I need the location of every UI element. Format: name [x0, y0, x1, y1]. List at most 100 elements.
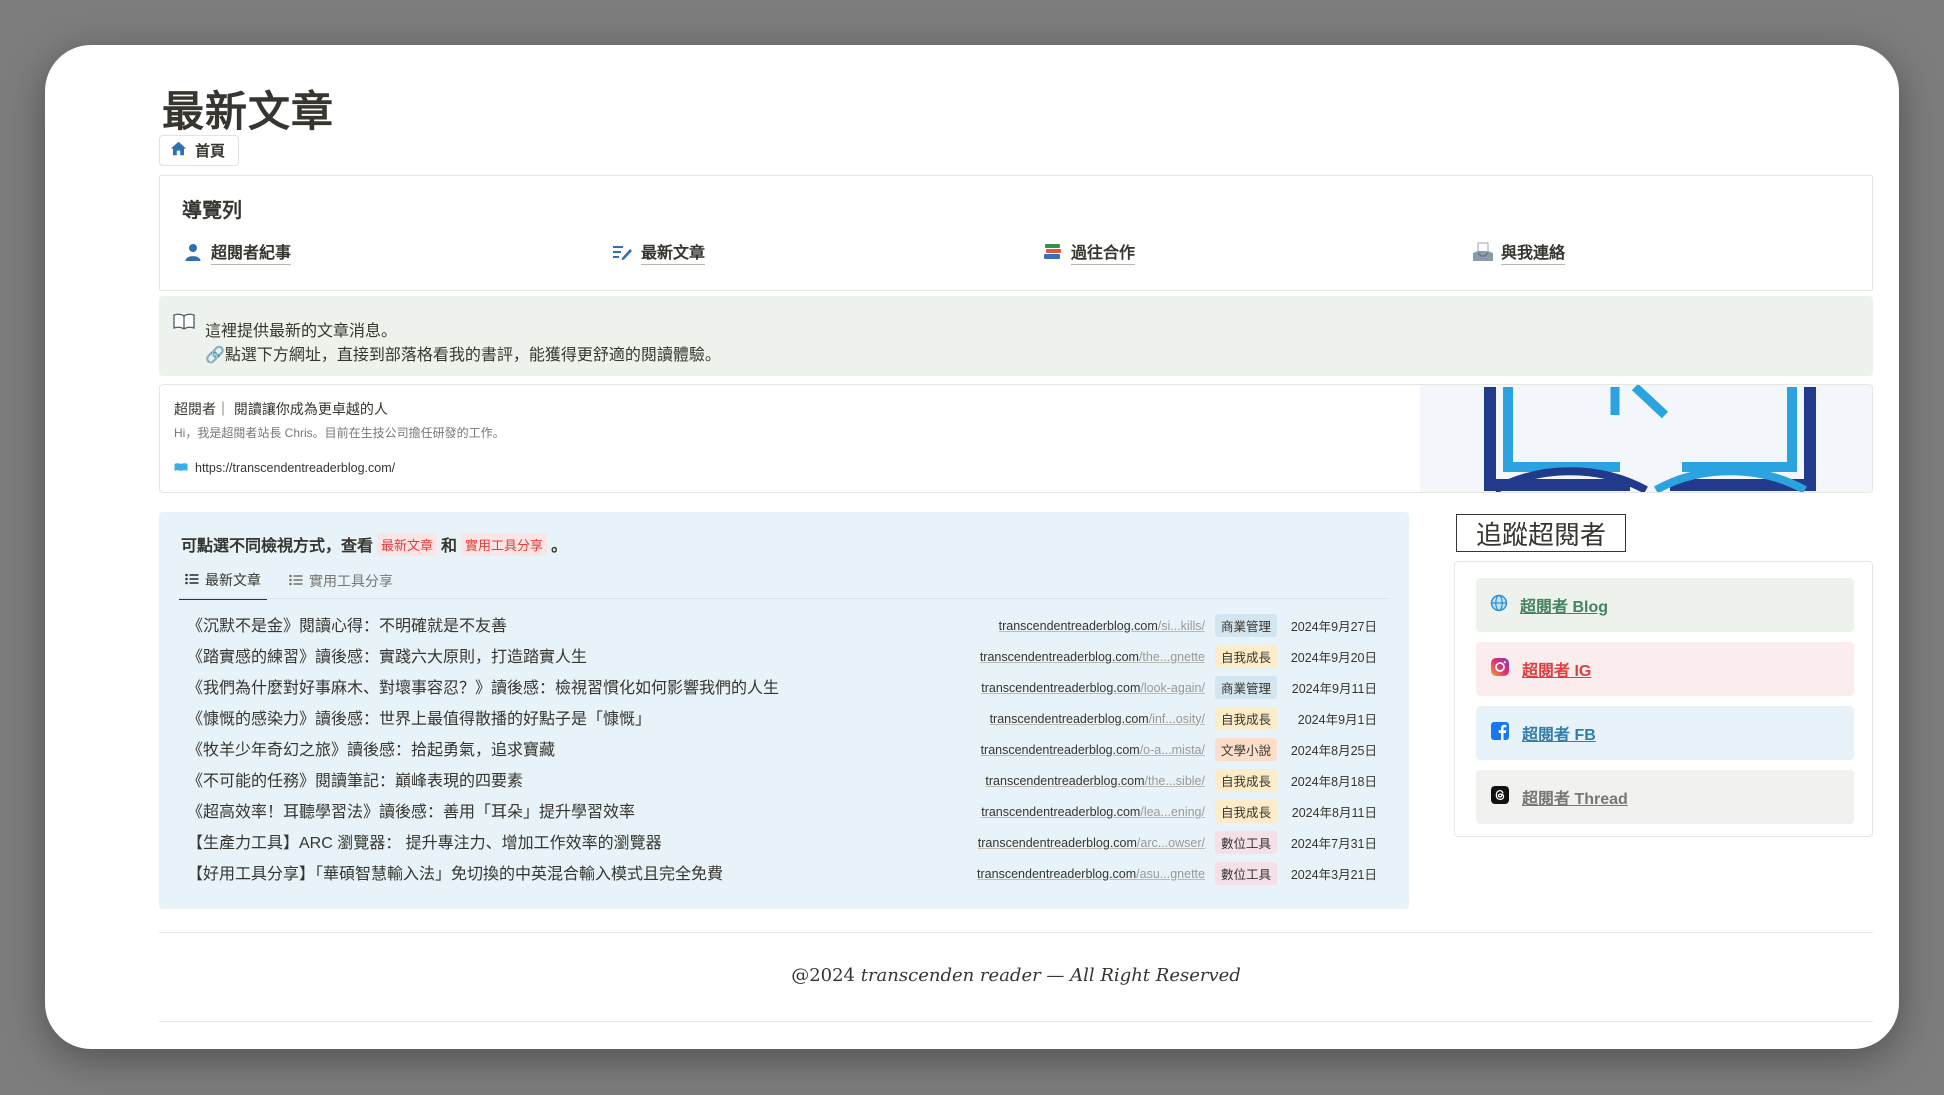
callout-line-1: 這裡提供最新的文章消息。: [205, 323, 398, 340]
tab-tools-sharing[interactable]: 實用工具分享: [283, 564, 399, 600]
article-date: 2024年8月11日: [1291, 806, 1377, 820]
article-link[interactable]: transcendentreaderblog.com/arc...owser/: [978, 836, 1205, 850]
social-link-label: 超閱者 Blog: [1520, 599, 1608, 616]
article-link-path: /the...gnette: [1138, 649, 1205, 664]
heading-tag-latest: 最新文章: [377, 532, 438, 556]
social-links-box: 超閱者 Blog 超閱者 IG 超閱者 FB 超閱者 Thread: [1454, 561, 1873, 837]
article-link[interactable]: transcendentreaderblog.com/o-a...mista/: [981, 743, 1205, 757]
article-row[interactable]: 《我們為什麼對好事麻木、對壞事容忍？》讀後感：檢視習慣化如何影響我們的人生 tra…: [187, 668, 1387, 699]
list-view-icon: [289, 573, 303, 589]
article-title[interactable]: 《踏實感的練習》讀後感：實踐六大原則，打造踏實人生: [187, 643, 587, 667]
article-meta: transcendentreaderblog.com/arc...owser/數…: [978, 831, 1377, 854]
article-row[interactable]: 《沉默不是金》閱讀心得：不明確就是不友善 transcendentreaderbl…: [187, 606, 1387, 637]
article-title[interactable]: 《沉默不是金》閱讀心得：不明確就是不友善: [187, 612, 507, 636]
article-title[interactable]: 《不可能的任務》閱讀筆記：巔峰表現的四要素: [187, 767, 523, 791]
nav-item-label: 與我連絡: [1501, 239, 1566, 265]
article-meta: transcendentreaderblog.com/look-again/商業…: [981, 676, 1377, 699]
nav-item-latest-articles[interactable]: 最新文章: [612, 239, 706, 265]
article-row[interactable]: 《踏實感的練習》讀後感：實踐六大原則，打造踏實人生 transcendentrea…: [187, 637, 1387, 668]
article-title[interactable]: 《我們為什麼對好事麻木、對壞事容忍？》讀後感：檢視習慣化如何影響我們的人生: [187, 674, 779, 698]
article-row[interactable]: 【生產力工具】ARC 瀏覽器： 提升專注力、增加工作效率的瀏覽器 transcen…: [187, 823, 1387, 854]
bookmark-url-text: https://transcendentreaderblog.com/: [195, 461, 396, 475]
social-link-label: 超閱者 FB: [1522, 727, 1596, 744]
articles-panel: 可點選不同檢視方式，查看 最新文章 和 實用工具分享 。 最新文章 實用工具分享…: [159, 512, 1409, 909]
person-icon: [182, 241, 204, 263]
article-link-domain: transcendentreaderblog.com: [998, 618, 1158, 633]
article-link-domain: transcendentreaderblog.com: [979, 649, 1139, 664]
article-date: 2024年9月1日: [1297, 713, 1377, 727]
article-title[interactable]: 《慷慨的感染力》讀後感：世界上最值得散播的好點子是「慷慨」: [187, 705, 651, 729]
article-link[interactable]: transcendentreaderblog.com/the...sible/: [985, 774, 1205, 788]
instagram-icon: [1490, 657, 1510, 682]
footer-prefix: @2024: [791, 965, 861, 986]
tab-label: 實用工具分享: [309, 573, 393, 589]
nav-item-past-collab[interactable]: 過往合作: [1042, 239, 1136, 265]
nav-item-contact[interactable]: 與我連絡: [1472, 239, 1566, 265]
article-row[interactable]: 《不可能的任務》閱讀筆記：巔峰表現的四要素 transcendentreaderb…: [187, 761, 1387, 792]
category-badge: 自我成長: [1214, 800, 1277, 823]
threads-icon: [1490, 785, 1510, 810]
article-date: 2024年8月25日: [1290, 744, 1377, 758]
category-badge: 數位工具: [1214, 862, 1277, 885]
article-date: 2024年9月27日: [1290, 620, 1377, 634]
article-row[interactable]: 《牧羊少年奇幻之旅》讀後感：拾起勇氣，追求寶藏 transcendentreade…: [187, 730, 1387, 761]
article-date: 2024年9月20日: [1290, 651, 1377, 665]
articles-heading-and: 和: [441, 538, 458, 555]
nav-item-about[interactable]: 超閱者紀事: [182, 239, 292, 265]
article-link-domain: transcendentreaderblog.com: [989, 711, 1149, 726]
category-badge: 自我成長: [1214, 707, 1277, 730]
footer-divider-top: [159, 932, 1873, 933]
article-title[interactable]: 《牧羊少年奇幻之旅》讀後感：拾起勇氣，追求寶藏: [187, 736, 555, 760]
inbox-tray-icon: [1472, 241, 1494, 263]
site-favicon-icon: [174, 461, 188, 475]
article-link-path: /look-again/: [1140, 680, 1205, 695]
social-link-blog[interactable]: 超閱者 Blog: [1476, 578, 1854, 632]
article-link-domain: transcendentreaderblog.com: [977, 866, 1137, 881]
article-link-path: /o-a...mista/: [1139, 742, 1205, 757]
article-link[interactable]: transcendentreaderblog.com/inf...osity/: [990, 712, 1205, 726]
article-link[interactable]: transcendentreaderblog.com/si...kills/: [999, 619, 1205, 633]
view-tabs: 最新文章 實用工具分享: [179, 564, 399, 600]
article-meta: transcendentreaderblog.com/the...gnette 自…: [980, 645, 1377, 668]
article-link-domain: transcendentreaderblog.com: [985, 773, 1145, 788]
info-callout: 這裡提供最新的文章消息。 🔗點選下方網址，直接到部落格看我的書評，能獲得更舒適的…: [159, 296, 1873, 376]
callout-line-2: 🔗點選下方網址，直接到部落格看我的書評，能獲得更舒適的閱讀體驗。: [205, 347, 721, 364]
article-title[interactable]: 【好用工具分享】「華碩智慧輸入法」免切換的中英混合輸入模式且完全免費: [187, 860, 723, 884]
navbar-title: 導覽列: [182, 200, 242, 222]
article-link[interactable]: transcendentreaderblog.com/lea...ening/: [981, 805, 1205, 819]
article-list: 《沉默不是金》閱讀心得：不明確就是不友善 transcendentreaderbl…: [187, 606, 1387, 885]
tab-label: 最新文章: [205, 572, 261, 588]
social-link-thread[interactable]: 超閱者 Thread: [1476, 770, 1854, 824]
breadcrumb-home[interactable]: 首頁: [159, 135, 240, 166]
footer-brand: transcenden reader: [860, 965, 1041, 986]
article-row[interactable]: 【好用工具分享】「華碩智慧輸入法」免切換的中英混合輸入模式且完全免費 transc…: [187, 854, 1387, 885]
article-title[interactable]: 《超高效率！耳聽學習法》讀後感：善用「耳朵」提升學習效率: [187, 798, 635, 822]
social-link-ig[interactable]: 超閱者 IG: [1476, 642, 1854, 696]
tab-latest-articles[interactable]: 最新文章: [179, 564, 267, 600]
article-title[interactable]: 【生產力工具】ARC 瀏覽器： 提升專注力、增加工作效率的瀏覽器: [187, 829, 662, 853]
article-date: 2024年8月18日: [1290, 775, 1377, 789]
social-link-fb[interactable]: 超閱者 FB: [1476, 706, 1854, 760]
list-view-icon: [185, 572, 199, 588]
article-meta: transcendentreaderblog.com/inf...osity/自…: [990, 707, 1377, 730]
bookmark-url[interactable]: https://transcendentreaderblog.com/: [174, 461, 395, 475]
article-link[interactable]: transcendentreaderblog.com/asu...gnette: [977, 867, 1205, 881]
article-row[interactable]: 《慷慨的感染力》讀後感：世界上最值得散播的好點子是「慷慨」 transcenden…: [187, 699, 1387, 730]
article-meta: transcendentreaderblog.com/the...sible/自…: [985, 769, 1377, 792]
footer-rights: — All Right Reserved: [1040, 965, 1241, 986]
globe-icon: [1490, 594, 1508, 617]
page-window: 最新文章 首頁 導覽列 超閱者紀事 最新文章 過往合作 與我連絡 這裡提供最新的…: [45, 45, 1899, 1049]
article-link[interactable]: transcendentreaderblog.com/the...gnette: [980, 650, 1205, 664]
blog-bookmark[interactable]: 超閱者｜ 閱讀讓你成為更卓越的人 Hi，我是超閱者站長 Chris。目前在生技公…: [159, 384, 1873, 493]
article-link-domain: transcendentreaderblog.com: [981, 804, 1141, 819]
edit-list-icon: [612, 241, 634, 263]
tabs-divider: [179, 598, 1389, 599]
article-meta: transcendentreaderblog.com/lea...ening/自…: [981, 800, 1377, 823]
category-badge: 數位工具: [1214, 831, 1277, 854]
article-link[interactable]: transcendentreaderblog.com/look-again/: [981, 681, 1205, 695]
footer-divider-bottom: [159, 1021, 1873, 1022]
bookmark-title: 超閱者｜ 閱讀讓你成為更卓越的人: [174, 401, 388, 417]
articles-heading-prefix: 可點選不同檢視方式，查看: [181, 538, 374, 555]
article-row[interactable]: 《超高效率！耳聽學習法》讀後感：善用「耳朵」提升學習效率 transcendent…: [187, 792, 1387, 823]
navigation-box: 導覽列 超閱者紀事 最新文章 過往合作 與我連絡: [159, 175, 1873, 291]
